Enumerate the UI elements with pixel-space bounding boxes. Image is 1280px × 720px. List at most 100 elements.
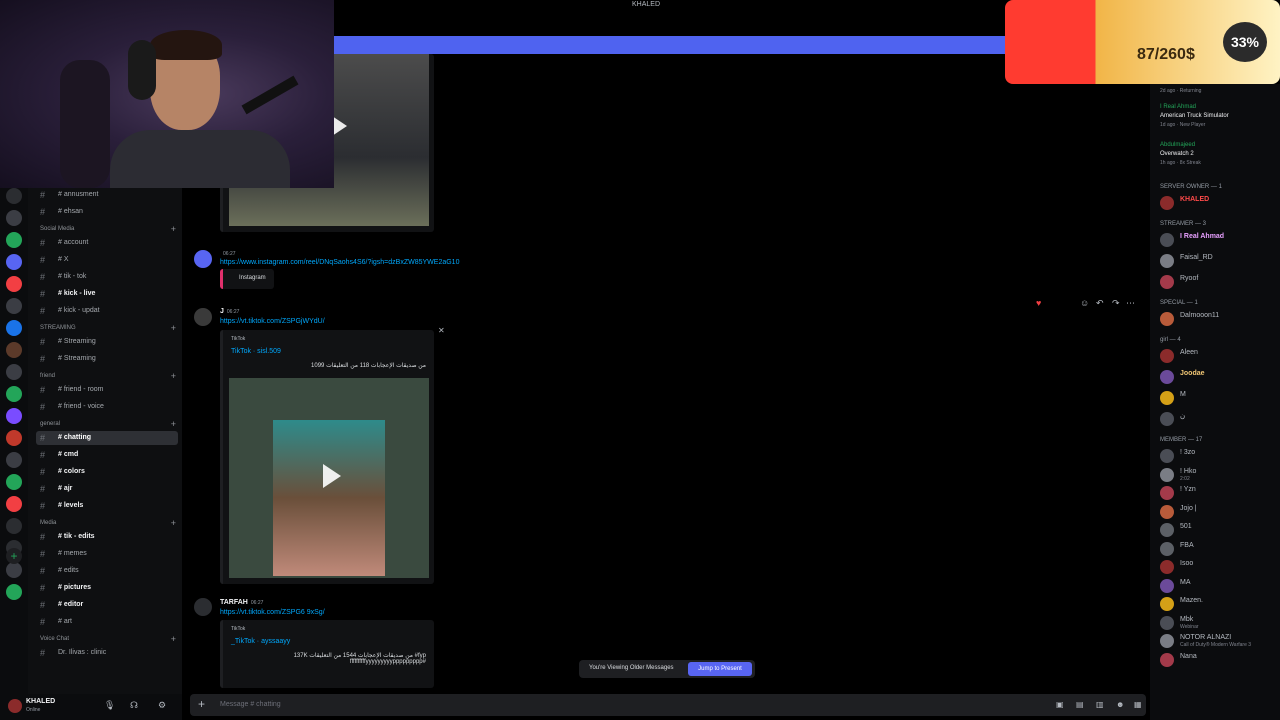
server-icon[interactable] <box>6 386 22 402</box>
channel-category[interactable]: general <box>40 421 60 427</box>
gif-icon[interactable]: ▤ <box>1076 700 1084 709</box>
add-server-icon[interactable]: + <box>6 548 22 564</box>
activity-item[interactable]: I Real Ahmad American Truck Simulator 1d a… <box>1160 104 1278 132</box>
avatar[interactable] <box>194 308 212 326</box>
embed-title[interactable]: TikTok · sisl.509 <box>231 348 281 355</box>
more-icon[interactable]: ⋯ <box>1126 298 1135 309</box>
channel-item[interactable]: # # ehsan <box>36 205 178 219</box>
server-icon[interactable] <box>6 430 22 446</box>
server-icon[interactable] <box>6 408 22 424</box>
heart-icon[interactable]: ♥ <box>1036 298 1041 308</box>
member-item[interactable]: MA <box>1160 577 1278 595</box>
forward-icon[interactable]: ↷ <box>1112 298 1120 309</box>
member-item[interactable]: Mbk Webinar <box>1160 614 1278 632</box>
member-item[interactable]: ! Hko 2:02 <box>1160 466 1278 484</box>
message-username[interactable]: J 06:27 <box>220 308 239 315</box>
channel-item[interactable]: # # ajr <box>36 482 178 496</box>
sticker-icon[interactable]: ▥ <box>1096 700 1104 709</box>
plus-icon[interactable]: + <box>171 323 176 333</box>
channel-item[interactable]: # # friend - room <box>36 383 178 397</box>
channel-item[interactable]: # # friend - voice <box>36 400 178 414</box>
channel-item[interactable]: # # kick - live <box>36 287 178 301</box>
member-item[interactable]: I Real Ahmad <box>1160 231 1278 249</box>
channel-item[interactable]: # # account <box>36 236 178 250</box>
server-icon[interactable] <box>6 562 22 578</box>
channel-item[interactable]: # # pictures <box>36 581 178 595</box>
member-item[interactable]: ن <box>1160 410 1278 428</box>
server-icon[interactable] <box>6 518 22 534</box>
member-item[interactable]: Dalmooon11 <box>1160 310 1278 328</box>
channel-item[interactable]: # # levels <box>36 499 178 513</box>
emoji-icon[interactable]: ☺ <box>1080 298 1089 308</box>
avatar[interactable] <box>194 250 212 268</box>
avatar[interactable] <box>194 598 212 616</box>
server-icon[interactable] <box>6 364 22 380</box>
channel-item[interactable]: # Dr. Ilivas : clinic <box>36 646 178 660</box>
member-item[interactable]: Aleen <box>1160 347 1278 365</box>
channel-category[interactable]: Media <box>40 520 56 526</box>
member-item[interactable]: Mazen. <box>1160 595 1278 613</box>
message-link[interactable]: https://vt.tiktok.com/ZSPGjWYdU/ <box>220 318 325 325</box>
video-thumbnail[interactable] <box>229 378 429 578</box>
member-item[interactable]: Jojo | <box>1160 503 1278 521</box>
message-input[interactable]: Message # chatting <box>220 701 281 708</box>
play-icon[interactable] <box>323 464 341 488</box>
channel-item[interactable]: # # memes <box>36 547 178 561</box>
plus-icon[interactable]: + <box>171 518 176 528</box>
channel-item[interactable]: # # editor <box>36 598 178 612</box>
member-item[interactable]: Joodae <box>1160 368 1278 386</box>
server-icon[interactable] <box>6 298 22 314</box>
channel-item[interactable]: # # Streaming <box>36 335 178 349</box>
gift-icon[interactable]: ▣ <box>1056 700 1064 709</box>
emoji-icon[interactable]: ☻ <box>1116 700 1124 709</box>
channel-category[interactable]: STREAMING <box>40 325 76 331</box>
channel-item[interactable]: # # X <box>36 253 178 267</box>
server-icon[interactable] <box>6 342 22 358</box>
plus-icon[interactable]: + <box>171 371 176 381</box>
channel-item[interactable]: # # Streaming <box>36 352 178 366</box>
message-link[interactable]: https://www.instagram.com/reel/DNqSaohs4… <box>220 259 459 266</box>
member-item[interactable]: M <box>1160 389 1278 407</box>
server-icon[interactable] <box>6 320 22 336</box>
member-item[interactable]: 501 <box>1160 521 1278 539</box>
member-item[interactable]: FBA <box>1160 540 1278 558</box>
server-icon[interactable] <box>6 496 22 512</box>
avatar[interactable] <box>8 699 22 713</box>
close-icon[interactable]: ✕ <box>438 326 445 335</box>
channel-item[interactable]: # # edits <box>36 564 178 578</box>
channel-item[interactable]: # # art <box>36 615 178 629</box>
jump-to-present-button[interactable]: Jump to Present <box>688 662 752 676</box>
server-icon[interactable] <box>6 254 22 270</box>
gear-icon[interactable]: ⚙ <box>158 700 166 711</box>
plus-icon[interactable]: + <box>171 419 176 429</box>
instagram-embed[interactable]: Instagram <box>220 269 274 289</box>
activity-item[interactable]: Abdulmajeed Overwatch 2 1h ago · 8x Streak <box>1160 142 1278 170</box>
server-icon[interactable] <box>6 232 22 248</box>
headphones-icon[interactable]: ☊ <box>130 700 138 711</box>
channel-item[interactable]: # # tik - edits <box>36 530 178 544</box>
member-item[interactable]: Isoo <box>1160 558 1278 576</box>
member-item[interactable]: Faisal_RD <box>1160 252 1278 270</box>
mic-icon[interactable]: 🎙 <box>104 700 115 711</box>
message-username[interactable]: 06:27 <box>220 250 236 257</box>
member-item[interactable]: KHALED <box>1160 194 1278 212</box>
channel-category[interactable]: friend <box>40 373 55 379</box>
server-icon[interactable] <box>6 276 22 292</box>
message-username[interactable]: TARFAH 06:27 <box>220 599 263 606</box>
member-item[interactable]: ! 3zo <box>1160 447 1278 465</box>
channel-item[interactable]: # # cmd <box>36 448 178 462</box>
plus-icon[interactable]: + <box>171 634 176 644</box>
member-item[interactable]: Ryoof <box>1160 273 1278 291</box>
server-icon[interactable] <box>6 188 22 204</box>
server-icon[interactable] <box>6 584 22 600</box>
channel-item[interactable]: # # kick - updat <box>36 304 178 318</box>
channel-item[interactable]: # # tik - tok <box>36 270 178 284</box>
server-icon[interactable] <box>6 474 22 490</box>
channel-category[interactable]: Voice Chat <box>40 636 69 642</box>
channel-item[interactable]: # # chatting <box>36 431 178 445</box>
channel-category[interactable]: Social Media <box>40 226 74 232</box>
apps-icon[interactable]: ▦ <box>1134 700 1142 709</box>
message-link[interactable]: https://vt.tiktok.com/ZSPG6 9xSg/ <box>220 609 325 616</box>
embed-title[interactable]: _TikTok · ayssaayy <box>231 638 290 645</box>
server-icon[interactable] <box>6 210 22 226</box>
